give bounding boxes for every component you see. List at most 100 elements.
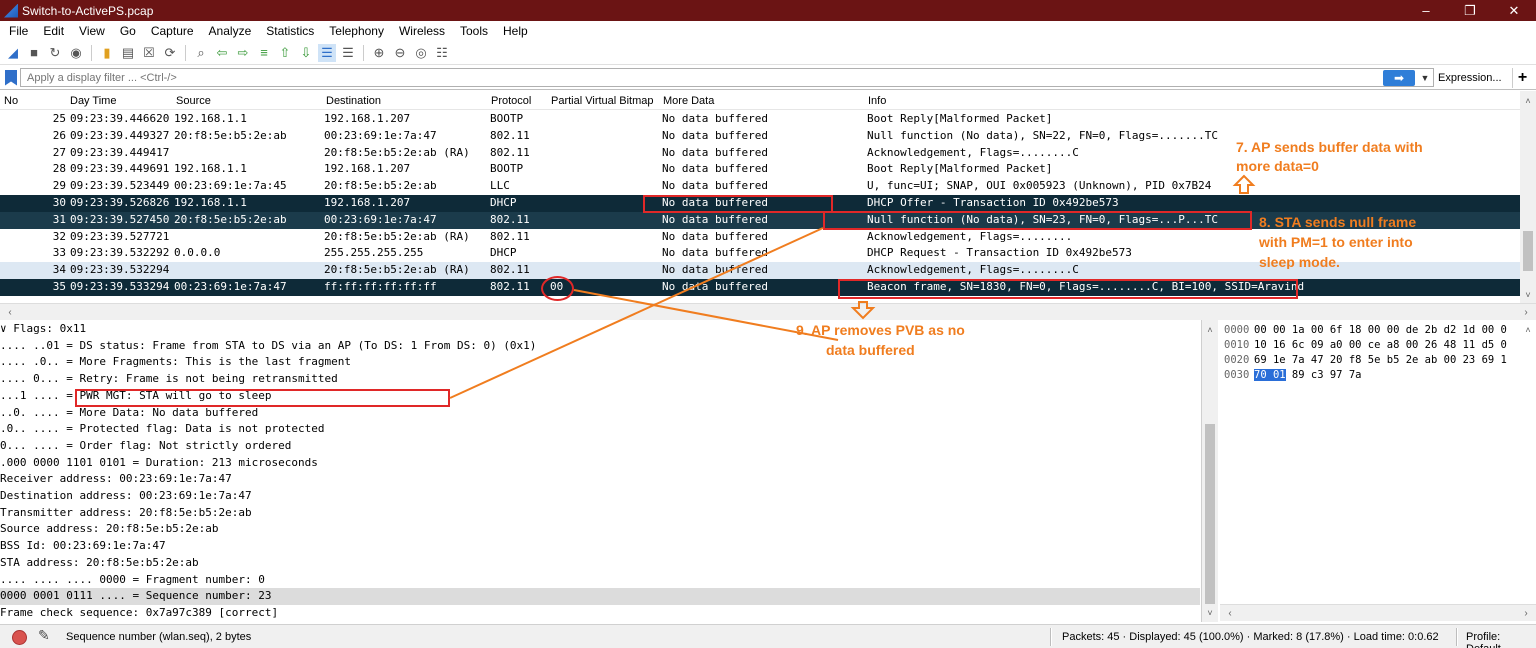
open-file-icon[interactable]: ▮ <box>98 44 116 62</box>
menu-file[interactable]: File <box>3 24 37 38</box>
scroll-left-icon[interactable]: ‹ <box>1222 605 1238 621</box>
expression-button[interactable]: Expression... <box>1438 70 1502 86</box>
resize-columns-icon[interactable]: ☷ <box>433 44 451 62</box>
column-no[interactable]: No <box>4 95 18 107</box>
menu-telephony[interactable]: Telephony <box>323 24 393 38</box>
packet-row[interactable]: 25 09:23:39.446620 192.168.1.1 192.168.1.20… <box>0 111 1520 128</box>
menu-statistics[interactable]: Statistics <box>260 24 323 38</box>
menu-capture[interactable]: Capture <box>145 24 203 38</box>
tree-item[interactable]: Receiver address: 00:23:69:1e:7a:47 <box>0 471 1200 488</box>
highlight-box-pwr-mgt <box>75 389 450 407</box>
column-time[interactable]: Day Time <box>70 95 116 107</box>
menu-bar: File Edit View Go Capture Analyze Statis… <box>0 21 1536 41</box>
packet-list-vscrollbar[interactable]: ˄ ˅ <box>1520 91 1536 303</box>
bytes-row: 0020 69 1e 7a 47 20 f8 5e b5 2e ab 00 23 … <box>1224 354 1507 366</box>
details-vscrollbar[interactable]: ˄ ˅ <box>1202 320 1218 622</box>
scroll-right-icon[interactable]: › <box>1518 304 1534 320</box>
colorize-icon[interactable]: ☰ <box>339 44 357 62</box>
zoom-out-icon[interactable]: ⊖ <box>391 44 409 62</box>
minimize-icon[interactable]: – <box>1404 0 1448 21</box>
stop-capture-icon[interactable]: ■ <box>25 44 43 62</box>
menu-tools[interactable]: Tools <box>454 24 497 38</box>
apply-filter-arrow-icon[interactable]: ➡ <box>1383 70 1415 86</box>
menu-wireless[interactable]: Wireless <box>393 24 454 38</box>
menu-help[interactable]: Help <box>497 24 537 38</box>
zoom-in-icon[interactable]: ⊕ <box>370 44 388 62</box>
tree-item[interactable]: 0... .... = Order flag: Not strictly ord… <box>0 438 1200 455</box>
capture-options-icon[interactable]: ◉ <box>67 44 85 62</box>
main-toolbar: ◢ ■ ↻ ◉ ▮ ▤ ☒ ⟳ ⌕ ⇦ ⇨ ≡ ⇧ ⇩ ☰ ☰ ⊕ ⊖ ◎ ☷ <box>0 41 1536 65</box>
scroll-down-icon[interactable]: ˅ <box>1202 605 1218 621</box>
packet-row[interactable]: 29 09:23:39.523449 00:23:69:1e:7a:45 20:f8:… <box>0 178 1520 195</box>
tree-item[interactable]: Source address: 20:f8:5e:b5:2e:ab <box>0 521 1200 538</box>
status-packet-counts: Packets: 45 · Displayed: 45 (100.0%) · M… <box>1062 631 1439 643</box>
scroll-right-icon[interactable]: › <box>1518 605 1534 621</box>
capture-comment-icon[interactable]: ✎ <box>38 627 50 644</box>
last-packet-icon[interactable]: ⇩ <box>297 44 315 62</box>
find-packet-icon[interactable]: ⌕ <box>192 44 210 62</box>
tree-item-selected[interactable]: 0000 0001 0111 .... = Sequence number: 2… <box>0 588 1200 605</box>
menu-view[interactable]: View <box>73 24 114 38</box>
tree-item[interactable]: Transmitter address: 20:f8:5e:b5:2e:ab <box>0 505 1200 522</box>
close-file-icon[interactable]: ☒ <box>140 44 158 62</box>
packet-bytes-pane[interactable]: 0000 00 00 1a 00 6f 18 00 00 de 2b d2 1d … <box>1220 320 1536 604</box>
tree-item[interactable]: .... .... .... 0000 = Fragment number: 0 <box>0 572 1200 589</box>
tree-item[interactable]: Frame check sequence: 0x7a97c389 [correc… <box>0 605 1200 622</box>
bytes-row: 0010 10 16 6c 09 a0 00 ce a8 00 26 48 11 … <box>1224 339 1507 351</box>
go-back-icon[interactable]: ⇦ <box>213 44 231 62</box>
tree-item[interactable]: .... 0... = Retry: Frame is not being re… <box>0 371 1200 388</box>
save-file-icon[interactable]: ▤ <box>119 44 137 62</box>
scroll-up-icon[interactable]: ˄ <box>1202 322 1218 338</box>
status-separator <box>1456 628 1458 646</box>
column-more-data[interactable]: More Data <box>663 95 714 107</box>
tree-item[interactable]: ..0. .... = More Data: No data buffered <box>0 405 1200 422</box>
status-profile[interactable]: Profile: Default <box>1466 631 1536 648</box>
column-destination[interactable]: Destination <box>326 95 381 107</box>
go-to-packet-icon[interactable]: ≡ <box>255 44 273 62</box>
tree-item-flags[interactable]: ∨ Flags: 0x11 <box>0 321 1200 338</box>
add-filter-button[interactable]: + <box>1512 68 1532 88</box>
go-forward-icon[interactable]: ⇨ <box>234 44 252 62</box>
column-info[interactable]: Info <box>868 95 886 107</box>
column-source[interactable]: Source <box>176 95 211 107</box>
menu-edit[interactable]: Edit <box>37 24 73 38</box>
menu-go[interactable]: Go <box>114 24 145 38</box>
column-protocol[interactable]: Protocol <box>491 95 531 107</box>
packet-details-tree[interactable]: ∨ Flags: 0x11 .... ..01 = DS status: Fra… <box>0 320 1202 622</box>
annotation-8-line3: sleep mode. <box>1259 254 1340 269</box>
scroll-up-icon[interactable]: ˄ <box>1520 93 1536 109</box>
autoscroll-icon[interactable]: ☰ <box>318 43 336 62</box>
tree-item[interactable]: BSS Id: 00:23:69:1e:7a:47 <box>0 538 1200 555</box>
tree-item[interactable]: STA address: 20:f8:5e:b5:2e:ab <box>0 555 1200 572</box>
highlight-box-more-data <box>643 195 833 213</box>
tree-item[interactable]: .0.. .... = Protected flag: Data is not … <box>0 421 1200 438</box>
selected-bytes[interactable]: 70 01 <box>1254 369 1286 381</box>
scroll-thumb[interactable] <box>1523 231 1533 271</box>
restart-capture-icon[interactable]: ↻ <box>46 44 64 62</box>
display-filter-input[interactable] <box>20 68 1434 87</box>
tree-item[interactable]: .... .0.. = More Fragments: This is the … <box>0 354 1200 371</box>
zoom-normal-icon[interactable]: ◎ <box>412 44 430 62</box>
tree-item[interactable]: .000 0000 1101 0101 = Duration: 213 micr… <box>0 455 1200 472</box>
maximize-icon[interactable]: ❐ <box>1448 0 1492 21</box>
tree-item[interactable]: Destination address: 00:23:69:1e:7a:47 <box>0 488 1200 505</box>
start-capture-icon[interactable]: ◢ <box>4 44 22 62</box>
column-pvb[interactable]: Partial Virtual Bitmap <box>551 95 654 107</box>
bytes-vscrollbar[interactable]: ˄ <box>1520 320 1536 604</box>
menu-analyze[interactable]: Analyze <box>203 24 261 38</box>
reload-file-icon[interactable]: ⟳ <box>161 44 179 62</box>
scroll-down-icon[interactable]: ˅ <box>1520 287 1536 303</box>
bytes-hscrollbar[interactable]: ‹ › <box>1220 604 1536 621</box>
close-icon[interactable]: ✕ <box>1492 0 1536 21</box>
tree-item[interactable]: .... ..01 = DS status: Frame from STA to… <box>0 338 1200 355</box>
chevron-down-icon[interactable]: ▼ <box>1418 70 1432 86</box>
title-bar: Switch-to-ActivePS.pcap – ❐ ✕ <box>0 0 1536 21</box>
scroll-left-icon[interactable]: ‹ <box>2 304 18 320</box>
scroll-thumb[interactable] <box>1205 424 1215 604</box>
status-separator <box>1050 628 1052 646</box>
packet-list-hscrollbar[interactable]: ‹ › <box>0 303 1536 320</box>
bookmark-icon[interactable] <box>5 69 17 86</box>
first-packet-icon[interactable]: ⇧ <box>276 44 294 62</box>
expert-info-led-icon[interactable] <box>12 630 27 645</box>
scroll-up-icon[interactable]: ˄ <box>1520 322 1536 338</box>
